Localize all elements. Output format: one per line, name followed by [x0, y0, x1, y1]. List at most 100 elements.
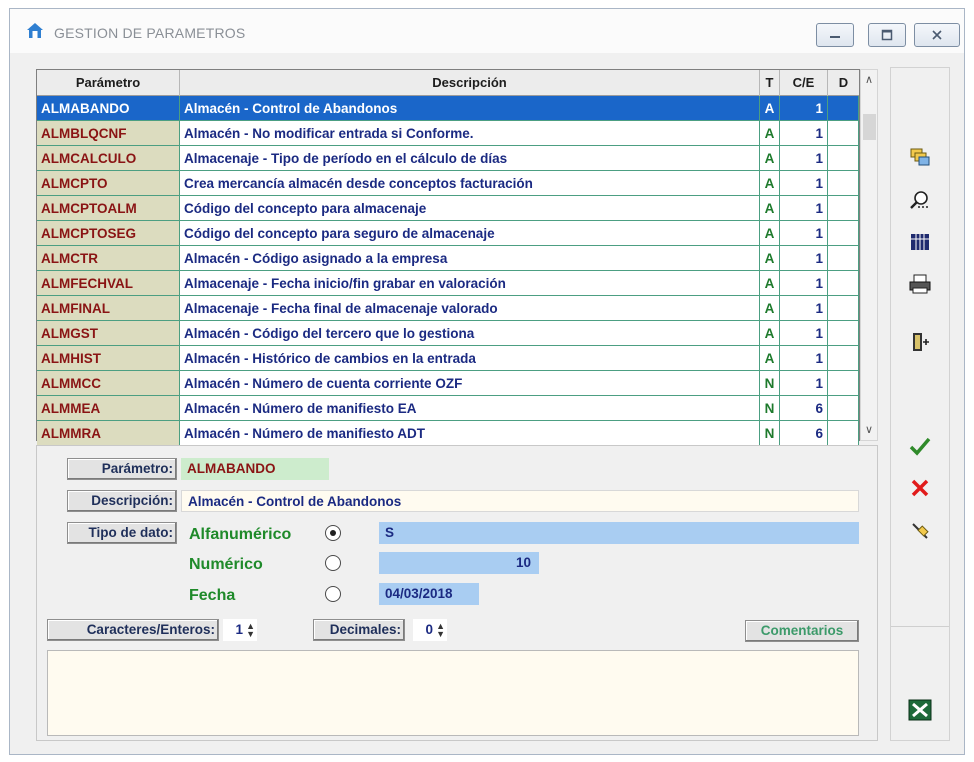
clear-button[interactable]	[906, 516, 934, 544]
d-cell[interactable]	[828, 321, 859, 346]
type-cell[interactable]: A	[760, 246, 780, 271]
table-row[interactable]: ALMMCC Almacén - Número de cuenta corrien…	[37, 371, 859, 396]
parametro-field[interactable]: ALMABANDO	[181, 458, 329, 480]
table-row[interactable]: ALMCPTO Crea mercancía almacén desde conc…	[37, 171, 859, 196]
search-button[interactable]	[906, 186, 934, 214]
ce-cell[interactable]: 1	[780, 296, 828, 321]
description-cell[interactable]: Almacén - Código del tercero que lo gest…	[180, 321, 760, 346]
type-cell[interactable]: A	[760, 96, 780, 121]
maximize-button[interactable]	[868, 23, 906, 47]
description-cell[interactable]: Almacén - Número de cuenta corriente OZF	[180, 371, 760, 396]
type-cell[interactable]: A	[760, 221, 780, 246]
description-cell[interactable]: Código del concepto para seguro de almac…	[180, 221, 760, 246]
description-cell[interactable]: Almacén - Código asignado a la empresa	[180, 246, 760, 271]
type-cell[interactable]: A	[760, 171, 780, 196]
excel-export-button[interactable]	[906, 696, 934, 724]
type-cell[interactable]: A	[760, 121, 780, 146]
grid-scrollbar[interactable]: ∧ ∨	[860, 69, 878, 441]
comentarios-button[interactable]: Comentarios	[745, 620, 859, 642]
type-cell[interactable]: A	[760, 296, 780, 321]
param-cell[interactable]: ALMCPTO	[37, 171, 180, 196]
spinner-arrows-icon[interactable]: ▲ ▼	[246, 622, 255, 639]
decimales-label-button[interactable]: Decimales:	[313, 619, 405, 641]
param-cell[interactable]: ALMMEA	[37, 396, 180, 421]
description-cell[interactable]: Almacenaje - Fecha final de almacenaje v…	[180, 296, 760, 321]
ce-cell[interactable]: 1	[780, 246, 828, 271]
type-cell[interactable]: A	[760, 321, 780, 346]
scroll-thumb[interactable]	[863, 114, 876, 140]
table-row[interactable]: ALMCPTOALM Código del concepto para almac…	[37, 196, 859, 221]
param-cell[interactable]: ALMMCC	[37, 371, 180, 396]
close-button[interactable]	[914, 23, 960, 47]
d-cell[interactable]	[828, 271, 859, 296]
description-cell[interactable]: Almacenaje - Fecha inicio/fin grabar en …	[180, 271, 760, 296]
description-cell[interactable]: Almacén - Número de manifiesto EA	[180, 396, 760, 421]
d-cell[interactable]	[828, 96, 859, 121]
caracteres-label-button[interactable]: Caracteres/Enteros:	[47, 619, 219, 641]
spinner-arrows-icon[interactable]: ▲ ▼	[436, 622, 445, 639]
d-cell[interactable]	[828, 346, 859, 371]
ce-cell[interactable]: 1	[780, 271, 828, 296]
table-row[interactable]: ALMCALCULO Almacenaje - Tipo de período e…	[37, 146, 859, 171]
table-view-button[interactable]	[906, 228, 934, 256]
type-cell[interactable]: A	[760, 271, 780, 296]
column-header-t[interactable]: T	[760, 70, 780, 96]
ce-cell[interactable]: 1	[780, 196, 828, 221]
d-cell[interactable]	[828, 171, 859, 196]
ce-cell[interactable]: 6	[780, 396, 828, 421]
table-row[interactable]: ALMMEA Almacén - Número de manifiesto EA N…	[37, 396, 859, 421]
ce-cell[interactable]: 6	[780, 421, 828, 446]
description-cell[interactable]: Almacenaje - Tipo de período en el cálcu…	[180, 146, 760, 171]
ce-cell[interactable]: 1	[780, 346, 828, 371]
type-cell[interactable]: N	[760, 421, 780, 446]
type-cell[interactable]: N	[760, 371, 780, 396]
param-cell[interactable]: ALMMRA	[37, 421, 180, 446]
alfanumerico-radio[interactable]	[325, 525, 341, 541]
print-button[interactable]	[906, 270, 934, 298]
descripcion-label-button[interactable]: Descripción:	[67, 490, 177, 512]
table-row[interactable]: ALMGST Almacén - Código del tercero que l…	[37, 321, 859, 346]
column-header-ce[interactable]: C/E	[780, 70, 828, 96]
ce-cell[interactable]: 1	[780, 96, 828, 121]
table-row[interactable]: ALMBLQCNF Almacén - No modificar entrada …	[37, 121, 859, 146]
column-header-parametro[interactable]: Parámetro	[37, 70, 180, 96]
parametro-label-button[interactable]: Parámetro:	[67, 458, 177, 480]
d-cell[interactable]	[828, 221, 859, 246]
d-cell[interactable]	[828, 146, 859, 171]
d-cell[interactable]	[828, 196, 859, 221]
type-cell[interactable]: A	[760, 346, 780, 371]
d-cell[interactable]	[828, 396, 859, 421]
table-row[interactable]: ALMHIST Almacén - Histórico de cambios en…	[37, 346, 859, 371]
fecha-radio[interactable]	[325, 586, 341, 602]
param-cell[interactable]: ALMFECHVAL	[37, 271, 180, 296]
description-cell[interactable]: Almacén - Histórico de cambios en la ent…	[180, 346, 760, 371]
type-cell[interactable]: A	[760, 146, 780, 171]
parameters-grid[interactable]: Parámetro Descripción T C/E D ALMABANDO A…	[36, 69, 860, 446]
exit-button[interactable]	[906, 328, 934, 356]
scroll-up-icon[interactable]: ∧	[861, 72, 877, 88]
description-cell[interactable]: Almacén - Control de Abandonos	[180, 96, 760, 121]
tipo-dato-label-button[interactable]: Tipo de dato:	[67, 522, 177, 544]
descripcion-field[interactable]: Almacén - Control de Abandonos	[181, 490, 859, 512]
ce-cell[interactable]: 1	[780, 121, 828, 146]
accept-button[interactable]	[906, 432, 934, 460]
ce-cell[interactable]: 1	[780, 146, 828, 171]
param-cell[interactable]: ALMFINAL	[37, 296, 180, 321]
table-row[interactable]: ALMCPTOSEG Código del concepto para segur…	[37, 221, 859, 246]
decimales-stepper[interactable]: 0 ▲ ▼	[413, 619, 447, 641]
d-cell[interactable]	[828, 121, 859, 146]
d-cell[interactable]	[828, 246, 859, 271]
param-cell[interactable]: ALMHIST	[37, 346, 180, 371]
comentarios-textarea[interactable]	[47, 650, 859, 736]
numerico-value[interactable]: 10	[379, 552, 539, 574]
table-row[interactable]: ALMMRA Almacén - Número de manifiesto ADT…	[37, 421, 859, 446]
description-cell[interactable]: Crea mercancía almacén desde conceptos f…	[180, 171, 760, 196]
table-row[interactable]: ALMCTR Almacén - Código asignado a la emp…	[37, 246, 859, 271]
type-cell[interactable]: N	[760, 396, 780, 421]
param-cell[interactable]: ALMCTR	[37, 246, 180, 271]
param-cell[interactable]: ALMGST	[37, 321, 180, 346]
param-cell[interactable]: ALMCPTOALM	[37, 196, 180, 221]
d-cell[interactable]	[828, 371, 859, 396]
description-cell[interactable]: Almacén - No modificar entrada si Confor…	[180, 121, 760, 146]
cancel-button[interactable]	[906, 474, 934, 502]
